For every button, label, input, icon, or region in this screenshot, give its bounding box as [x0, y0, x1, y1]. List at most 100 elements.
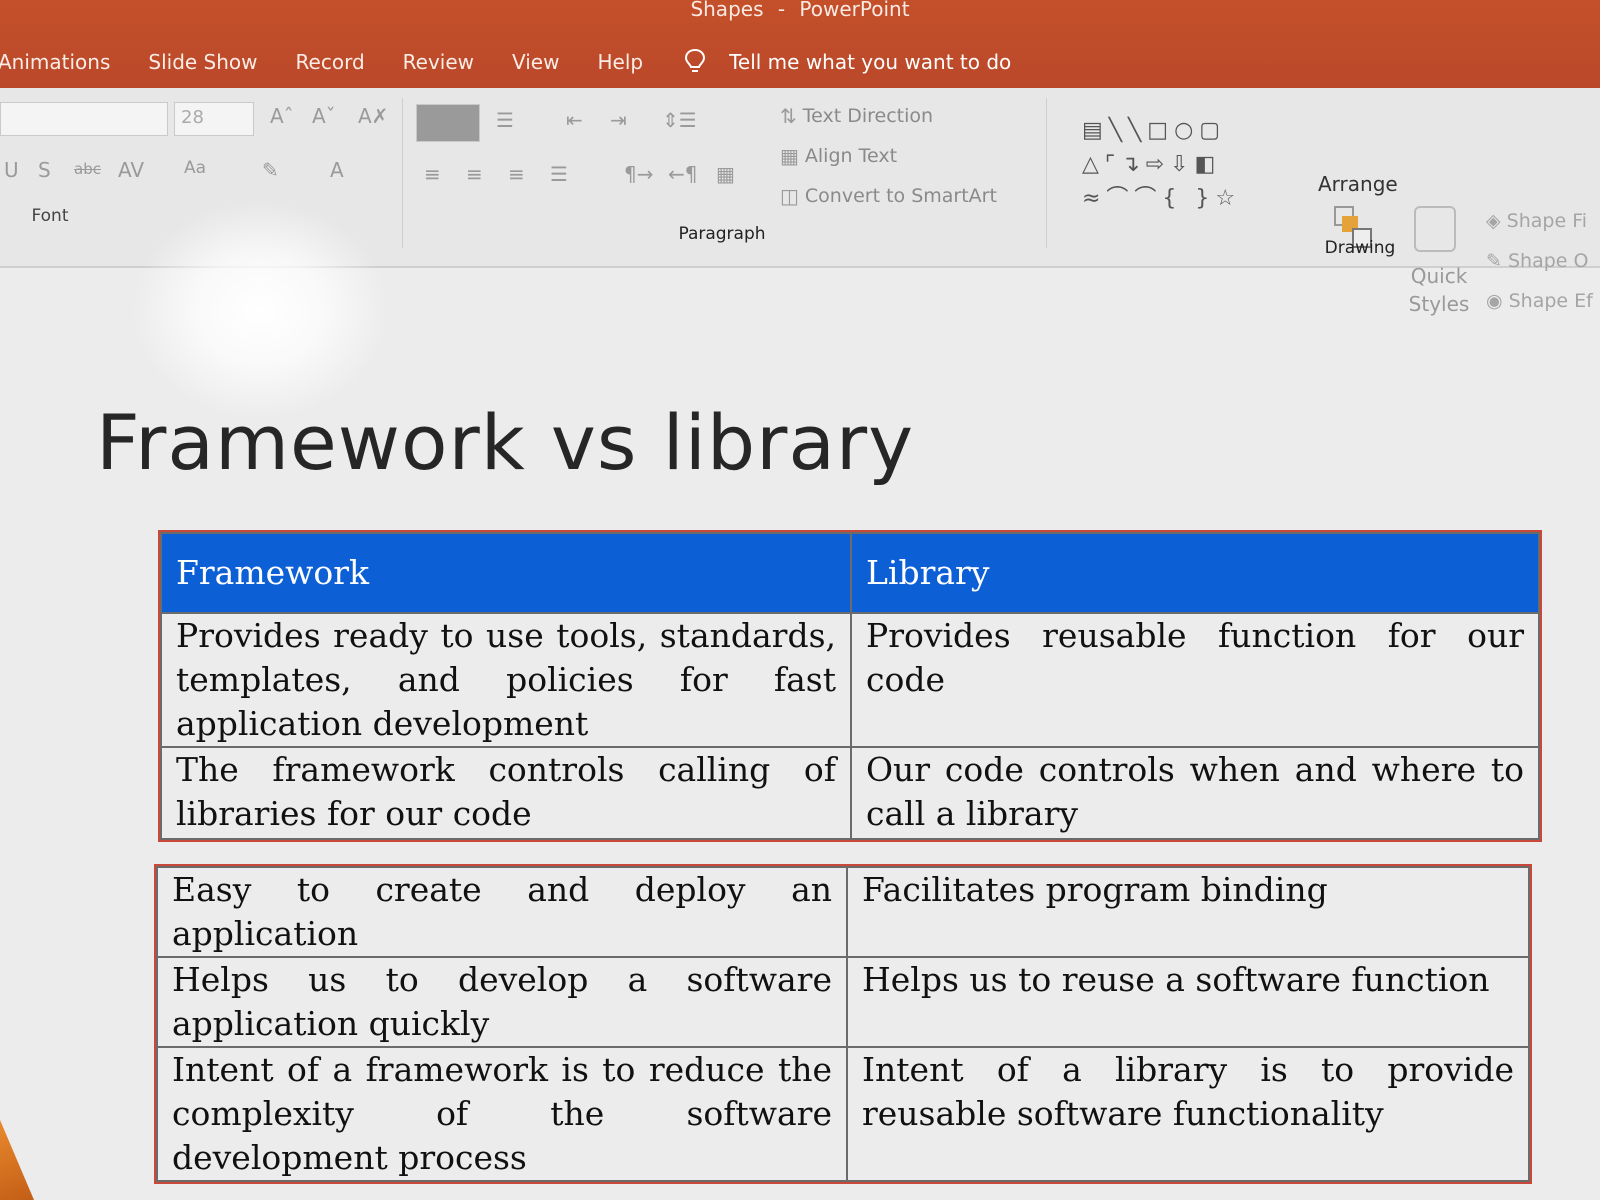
comparison-table-top[interactable]: Framework Library Provides ready to use …: [158, 530, 1542, 842]
decrease-indent-button[interactable]: ⇤: [566, 108, 583, 132]
strikethrough-icon: abc: [74, 160, 101, 178]
tab-slide-show[interactable]: Slide Show: [148, 50, 257, 74]
shapes-row-2: △⌜↴⇨⇩◧: [1082, 152, 1222, 177]
tell-me-search[interactable]: Tell me what you want to do: [683, 48, 1011, 76]
rtl-button[interactable]: ←¶: [668, 162, 697, 186]
align-right-button[interactable]: ≡: [508, 162, 525, 186]
drawing-group-label: Drawing: [1324, 238, 1396, 258]
text-direction-button[interactable]: ⇅ Text Direction: [780, 104, 933, 128]
shape-effects-button[interactable]: ◉ Shape Ef: [1486, 290, 1593, 312]
convert-smartart-button[interactable]: ◫ Convert to SmartArt: [780, 184, 997, 208]
tell-me-text: Tell me what you want to do: [729, 50, 1012, 74]
arrange-button[interactable]: Arrange: [1318, 172, 1398, 196]
table-cell: Intent of a library is to provide reusab…: [846, 1046, 1530, 1182]
underline-icon: U: [4, 158, 19, 182]
grow-font-button[interactable]: Aˆ: [270, 104, 294, 128]
ribbon-separator: [1046, 98, 1047, 248]
font-color-icon: A: [330, 158, 344, 182]
font-size-box[interactable]: 28: [174, 102, 254, 136]
line-spacing-button[interactable]: ⇕☰: [662, 108, 697, 132]
justify-icon: ☰: [550, 162, 568, 186]
text-direction-icon: ⇅: [780, 104, 797, 128]
change-case-icon: Aa: [184, 158, 207, 178]
clear-format-icon: A✗: [358, 104, 389, 128]
shadow-button[interactable]: S: [38, 158, 51, 182]
align-text-button[interactable]: ▦ Align Text: [780, 144, 897, 168]
align-text-icon: ▦: [780, 144, 799, 168]
table-cell: Facilitates program binding: [846, 866, 1530, 958]
table-cell: Helps us to develop a software applicati…: [156, 956, 848, 1048]
line-spacing-icon: ⇕☰: [662, 108, 697, 132]
tab-record[interactable]: Record: [296, 50, 365, 74]
align-right-icon: ≡: [508, 162, 525, 186]
tab-review[interactable]: Review: [403, 50, 474, 74]
align-center-icon: ≡: [466, 162, 483, 186]
change-case-button[interactable]: Aa: [184, 158, 206, 178]
tab-animations[interactable]: Animations: [0, 50, 110, 74]
table-row: The framework controls calling of librar…: [160, 746, 1540, 840]
numbering-button[interactable]: ☰: [496, 108, 514, 132]
shrink-font-button[interactable]: Aˇ: [312, 104, 336, 128]
table-row: Provides ready to use tools, standards, …: [160, 612, 1540, 748]
underline-button[interactable]: U: [4, 158, 19, 182]
increase-indent-icon: ⇥: [610, 108, 627, 132]
columns-button[interactable]: ▦: [716, 162, 735, 186]
tab-help[interactable]: Help: [597, 50, 643, 74]
shape-effects-label: Shape Ef: [1508, 290, 1593, 312]
table-cell: Provides reusable function for our code: [850, 612, 1540, 748]
convert-smartart-label: Convert to SmartArt: [804, 185, 997, 207]
table-row: Easy to create and deploy an application…: [156, 866, 1530, 958]
app-name: PowerPoint: [799, 0, 910, 21]
font-color-button[interactable]: A: [330, 158, 344, 182]
align-left-icon: ≡: [424, 162, 441, 186]
text-direction-label: Text Direction: [802, 105, 934, 127]
paragraph-group-label: Paragraph: [678, 224, 766, 244]
table-cell: Intent of a framework is to reduce the c…: [156, 1046, 848, 1182]
rtl-icon: ←¶: [668, 162, 698, 186]
ribbon-tabs: Animations Slide Show Record Review View…: [0, 44, 1011, 80]
justify-button[interactable]: ☰: [550, 162, 568, 186]
clear-format-button[interactable]: A✗: [358, 104, 388, 128]
shape-fill-button[interactable]: ◈ Shape Fi: [1486, 210, 1587, 232]
ribbon-separator: [402, 98, 403, 248]
pencil-icon: ✎: [1486, 250, 1508, 272]
tab-view[interactable]: View: [512, 50, 559, 74]
ltr-button[interactable]: ¶→: [624, 162, 653, 186]
quick-styles-button[interactable]: Quick Styles: [1404, 262, 1474, 318]
highlight-icon: ✎: [262, 158, 279, 182]
shapes-row-1: ▤╲╲□○▢: [1082, 118, 1227, 143]
lightbulb-icon: [685, 48, 706, 72]
shape-outline-button[interactable]: ✎ Shape O: [1486, 250, 1588, 272]
title-dash: -: [777, 0, 786, 21]
highlight-button[interactable]: ✎: [262, 158, 279, 182]
decrease-indent-icon: ⇤: [566, 108, 583, 132]
table-cell: Provides ready to use tools, standards, …: [160, 612, 852, 748]
char-spacing-button[interactable]: AV: [118, 158, 144, 182]
slide-decoration: [0, 1120, 34, 1200]
ltr-icon: ¶→: [624, 162, 654, 186]
comparison-table-bottom[interactable]: Easy to create and deploy an application…: [154, 864, 1532, 1184]
increase-indent-button[interactable]: ⇥: [610, 108, 627, 132]
slide-title[interactable]: Framework vs library: [96, 398, 914, 487]
font-name-box[interactable]: [0, 102, 168, 136]
screen-glare: [130, 200, 390, 420]
shapes-row-3: ≈⌒⌒{ }☆: [1082, 186, 1242, 211]
header-library: Library: [850, 532, 1540, 614]
bullets-dropdown[interactable]: [416, 104, 480, 142]
strikethrough-button[interactable]: abc: [74, 160, 101, 178]
shape-effects-icon: ◉: [1486, 290, 1509, 312]
char-spacing-icon: AV: [118, 158, 145, 182]
header-framework: Framework: [160, 532, 852, 614]
shadow-icon: S: [38, 158, 51, 182]
smartart-icon: ◫: [780, 184, 799, 208]
align-left-button[interactable]: ≡: [424, 162, 441, 186]
document-name: Shapes: [690, 0, 764, 21]
quick-styles-icon: [1414, 206, 1456, 252]
shape-outline-label: Shape O: [1507, 250, 1589, 272]
shrink-font-icon: Aˇ: [312, 104, 336, 128]
align-center-button[interactable]: ≡: [466, 162, 483, 186]
table-cell: Our code controls when and where to call…: [850, 746, 1540, 840]
paint-bucket-icon: ◈: [1486, 210, 1507, 232]
shapes-gallery[interactable]: ▤╲╲□○▢ △⌜↴⇨⇩◧ ≈⌒⌒{ }☆: [1082, 114, 1302, 214]
table-cell: The framework controls calling of librar…: [160, 746, 852, 840]
